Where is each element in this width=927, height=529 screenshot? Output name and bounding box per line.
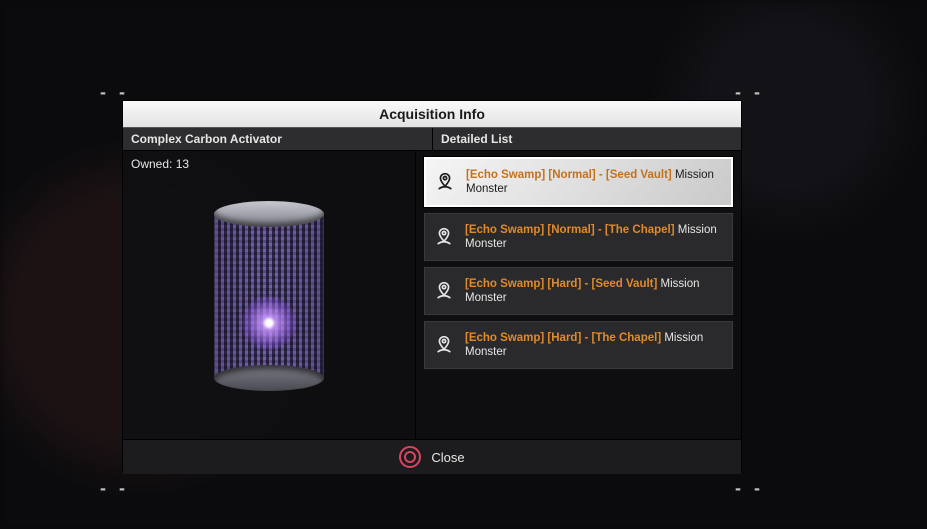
column-headers: Complex Carbon Activator Detailed List xyxy=(123,128,741,151)
panel-footer: Close xyxy=(123,439,741,474)
corner-decoration: - - xyxy=(735,478,764,499)
corner-decoration: - - xyxy=(100,478,129,499)
entry-text: [Echo Swamp] [Hard] - [Seed Vault] Missi… xyxy=(465,277,724,305)
owned-label: Owned: xyxy=(131,157,172,171)
owned-count: Owned: 13 xyxy=(131,157,407,171)
entry-location: [Echo Swamp] [Hard] - [Seed Vault] xyxy=(465,278,657,290)
entry-text: [Echo Swamp] [Normal] - [Seed Vault] Mis… xyxy=(466,168,723,196)
map-pin-icon xyxy=(433,335,455,355)
item-model xyxy=(214,201,324,391)
map-pin-icon xyxy=(433,227,455,247)
close-button-icon[interactable] xyxy=(399,446,421,468)
map-pin-icon xyxy=(434,172,456,192)
item-3d-preview xyxy=(131,171,407,421)
item-name-header: Complex Carbon Activator xyxy=(123,128,433,150)
entry-location: [Echo Swamp] [Hard] - [The Chapel] xyxy=(465,332,661,344)
acquisition-entry[interactable]: [Echo Swamp] [Normal] - [The Chapel] Mis… xyxy=(424,213,733,261)
owned-value: 13 xyxy=(176,157,189,171)
acquisition-entry[interactable]: [Echo Swamp] [Hard] - [The Chapel] Missi… xyxy=(424,321,733,369)
close-button-label[interactable]: Close xyxy=(431,450,464,465)
entry-location: [Echo Swamp] [Normal] - [Seed Vault] xyxy=(466,169,672,181)
panel-title: Acquisition Info xyxy=(123,101,741,128)
entry-text: [Echo Swamp] [Normal] - [The Chapel] Mis… xyxy=(465,223,724,251)
acquisition-list: [Echo Swamp] [Normal] - [Seed Vault] Mis… xyxy=(416,151,741,439)
entry-location: [Echo Swamp] [Normal] - [The Chapel] xyxy=(465,224,675,236)
entry-text: [Echo Swamp] [Hard] - [The Chapel] Missi… xyxy=(465,331,724,359)
acquisition-info-panel: Acquisition Info Complex Carbon Activato… xyxy=(122,100,742,472)
item-preview-pane: Owned: 13 xyxy=(123,151,416,439)
map-pin-icon xyxy=(433,281,455,301)
detailed-list-header: Detailed List xyxy=(433,128,741,150)
acquisition-entry[interactable]: [Echo Swamp] [Normal] - [Seed Vault] Mis… xyxy=(424,157,733,207)
acquisition-entry[interactable]: [Echo Swamp] [Hard] - [Seed Vault] Missi… xyxy=(424,267,733,315)
